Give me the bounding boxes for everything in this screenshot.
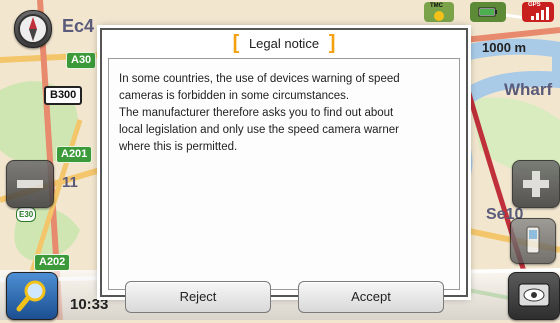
tmc-label: TMC: [430, 3, 443, 9]
road-label-a30: A30: [66, 52, 97, 69]
road-label-b300: B300: [44, 86, 83, 105]
dialog-body: In some countries, the use of devices wa…: [108, 58, 460, 313]
map-label-ec4: Ec4: [62, 16, 95, 36]
zoom-out-button[interactable]: [6, 160, 54, 208]
zoom-in-button[interactable]: [512, 160, 560, 208]
battery-indicator: [470, 2, 506, 22]
view-icon: [518, 283, 550, 307]
battery-icon: [478, 7, 497, 17]
legal-message: In some countries, the use of devices wa…: [119, 73, 400, 153]
map-label-wharf: Wharf: [504, 80, 553, 99]
zoom-out-icon: [17, 180, 43, 188]
title-bracket-right: ]: [328, 32, 336, 54]
road-label-e30: E30: [16, 207, 37, 222]
road-label-a202: A202: [34, 254, 71, 271]
gps-label: GPS: [528, 2, 541, 8]
compass-icon: [18, 14, 48, 44]
phone-icon: [526, 226, 540, 254]
view-button[interactable]: [508, 272, 560, 320]
title-bracket-left: [: [232, 32, 240, 54]
search-icon: [16, 280, 46, 312]
compass-button[interactable]: [14, 10, 52, 48]
road-label-a201: A201: [56, 146, 93, 163]
clock-time: 10:33: [70, 296, 109, 313]
map-label-11: 11: [62, 174, 78, 191]
phone-button[interactable]: [510, 218, 556, 264]
dialog-title-bar: [ Legal notice ]: [102, 30, 466, 56]
search-button[interactable]: [6, 272, 58, 320]
tmc-indicator: TMC: [424, 2, 454, 22]
gps-indicator: GPS: [522, 2, 554, 22]
legal-notice-dialog: [ Legal notice ] In some countries, the …: [100, 28, 468, 313]
scale-label: 1000 m: [482, 40, 527, 55]
zoom-in-icon: [523, 171, 549, 197]
reject-button[interactable]: Reject: [125, 281, 271, 313]
dialog-title: Legal notice: [248, 36, 320, 51]
accept-button[interactable]: Accept: [298, 281, 444, 313]
